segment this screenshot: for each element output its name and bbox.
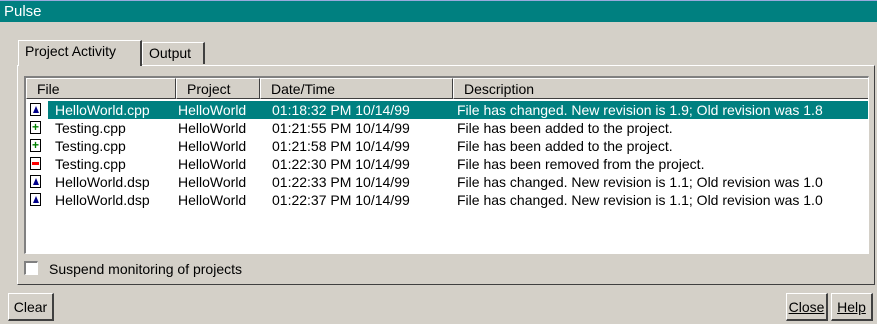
- project-cell: HelloWorld: [178, 156, 247, 172]
- description-cell: File has been added to the project.: [457, 120, 673, 136]
- suspend-monitoring-label: Suspend monitoring of projects: [49, 261, 242, 277]
- list-header: File Project Date/Time Description: [26, 78, 868, 99]
- changed-file-icon: [30, 193, 41, 206]
- pulse-window: Pulse Project Activity Output File Proje…: [0, 0, 877, 324]
- file-cell: Testing.cpp: [55, 120, 126, 136]
- removed-file-icon: [30, 157, 41, 170]
- datetime-cell: 01:18:32 PM 10/14/99: [272, 102, 410, 118]
- project-cell: HelloWorld: [178, 120, 247, 136]
- description-cell: File has been added to the project.: [457, 138, 673, 154]
- row-selection-highlight: Testing.cpp HelloWorld 01:21:58 PM 10/14/9…: [48, 137, 868, 155]
- list-item[interactable]: Testing.cpp HelloWorld 01:22:30 PM 10/14/9…: [26, 155, 868, 173]
- file-cell: Testing.cpp: [55, 156, 126, 172]
- datetime-cell: 01:22:30 PM 10/14/99: [272, 156, 410, 172]
- list-item[interactable]: Testing.cpp HelloWorld 01:21:55 PM 10/14/9…: [26, 119, 868, 137]
- file-cell: HelloWorld.dsp: [55, 192, 150, 208]
- suspend-monitoring-checkbox[interactable]: [24, 261, 38, 275]
- tab-output[interactable]: Output: [142, 42, 205, 64]
- help-button-label: Help: [837, 299, 866, 315]
- list-item[interactable]: Testing.cpp HelloWorld 01:21:58 PM 10/14/9…: [26, 137, 868, 155]
- description-cell: File has been removed from the project.: [457, 156, 705, 172]
- tab-project-activity[interactable]: Project Activity: [18, 40, 142, 66]
- changed-file-icon: [30, 175, 41, 188]
- datetime-cell: 01:21:55 PM 10/14/99: [272, 120, 410, 136]
- project-cell: HelloWorld: [178, 174, 247, 190]
- row-selection-highlight: HelloWorld.dsp HelloWorld 01:22:37 PM 10/1…: [48, 191, 868, 209]
- file-cell: HelloWorld.cpp: [55, 102, 150, 118]
- description-cell: File has changed. New revision is 1.1; O…: [457, 174, 823, 190]
- row-selection-highlight: Testing.cpp HelloWorld 01:21:55 PM 10/14/9…: [48, 119, 868, 137]
- added-file-icon: [30, 121, 41, 134]
- datetime-cell: 01:22:37 PM 10/14/99: [272, 192, 410, 208]
- project-cell: HelloWorld: [178, 102, 247, 118]
- datetime-cell: 01:21:58 PM 10/14/99: [272, 138, 410, 154]
- window-title: Pulse: [0, 0, 877, 22]
- column-header-file[interactable]: File: [26, 78, 176, 99]
- close-button[interactable]: Close: [786, 293, 828, 321]
- list-item[interactable]: HelloWorld.dsp HelloWorld 01:22:37 PM 10/1…: [26, 191, 868, 209]
- help-button[interactable]: Help: [831, 293, 873, 321]
- activity-list[interactable]: File Project Date/Time Description Hello…: [24, 76, 869, 254]
- close-button-label: Close: [788, 299, 825, 315]
- file-cell: HelloWorld.dsp: [55, 174, 150, 190]
- row-selection-highlight: Testing.cpp HelloWorld 01:22:30 PM 10/14/9…: [48, 155, 868, 173]
- column-header-description[interactable]: Description: [453, 78, 868, 99]
- changed-file-icon: [30, 103, 41, 116]
- row-selection-highlight: HelloWorld.cpp HelloWorld 01:18:32 PM 10/1…: [48, 101, 868, 119]
- added-file-icon: [30, 139, 41, 152]
- row-selection-highlight: HelloWorld.dsp HelloWorld 01:22:33 PM 10/1…: [48, 173, 868, 191]
- description-cell: File has changed. New revision is 1.9; O…: [457, 102, 823, 118]
- file-cell: Testing.cpp: [55, 138, 126, 154]
- list-item[interactable]: HelloWorld.cpp HelloWorld 01:18:32 PM 10/1…: [26, 101, 868, 119]
- clear-button[interactable]: Clear: [8, 293, 54, 321]
- description-cell: File has changed. New revision is 1.1; O…: [457, 192, 823, 208]
- project-cell: HelloWorld: [178, 192, 247, 208]
- project-cell: HelloWorld: [178, 138, 247, 154]
- list-item[interactable]: HelloWorld.dsp HelloWorld 01:22:33 PM 10/1…: [26, 173, 868, 191]
- datetime-cell: 01:22:33 PM 10/14/99: [272, 174, 410, 190]
- column-header-datetime[interactable]: Date/Time: [260, 78, 453, 99]
- column-header-project[interactable]: Project: [176, 78, 260, 99]
